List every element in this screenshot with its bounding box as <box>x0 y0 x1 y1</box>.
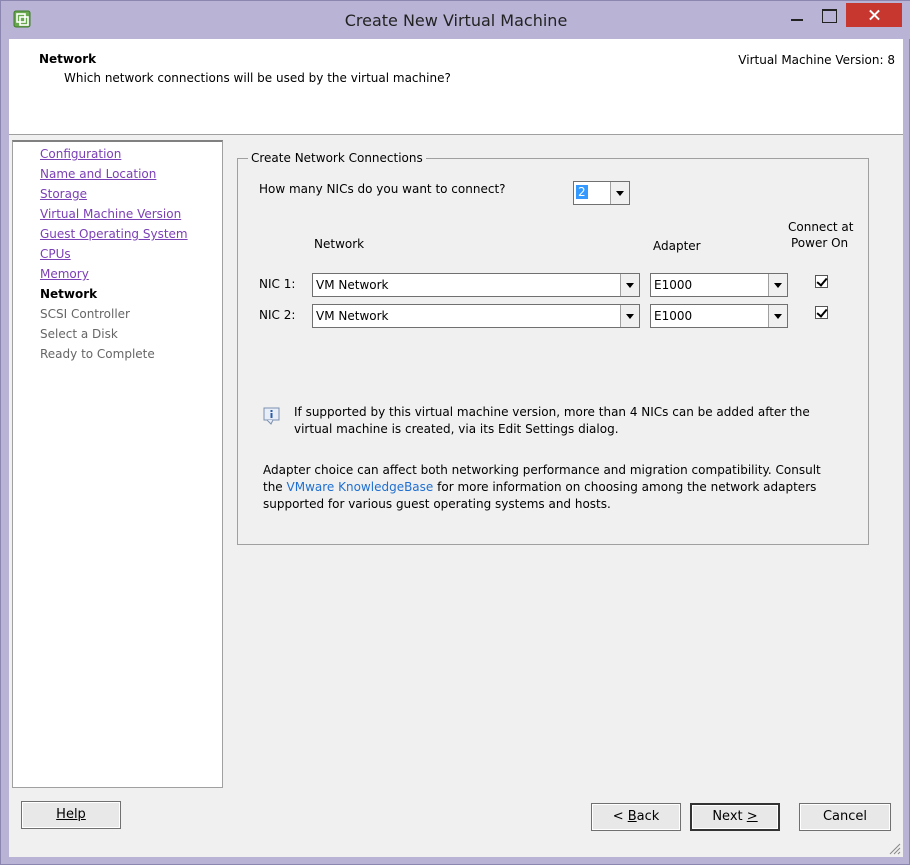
wizard-header: Network Which network connections will b… <box>9 39 903 135</box>
nic2-network-select[interactable]: VM Network <box>312 304 640 328</box>
step-name-and-location[interactable]: Name and Location <box>40 167 156 181</box>
connect-column-header-line1: Connect at <box>788 220 854 234</box>
nics-count-value: 2 <box>576 185 588 199</box>
nics-question-label: How many NICs do you want to connect? <box>259 182 506 196</box>
connect-column-header-line2: Power On <box>791 236 849 250</box>
adapter-note-line1: Adapter choice can affect both networkin… <box>263 463 821 477</box>
info-icon <box>263 407 280 425</box>
title-bar[interactable]: Create New Virtual Machine <box>1 1 910 39</box>
adapter-note-post: for more information on choosing among t… <box>433 480 817 494</box>
next-hotkey: > <box>746 809 758 824</box>
chevron-down-icon[interactable] <box>610 182 629 204</box>
nic1-label: NIC 1: <box>259 277 296 291</box>
nic2-adapter-select[interactable]: E1000 <box>650 304 788 328</box>
wizard-client-area: Network Which network connections will b… <box>9 39 903 857</box>
nic2-connect-checkbox[interactable] <box>815 306 828 319</box>
adapter-note-line3: supported for various guest operating sy… <box>263 497 611 511</box>
minimize-button[interactable] <box>784 3 810 29</box>
adapter-note-line2: the VMware KnowledgeBase for more inform… <box>263 479 816 496</box>
nic1-network-value: VM Network <box>316 278 389 292</box>
chevron-down-icon[interactable] <box>620 305 639 327</box>
maximize-button[interactable] <box>816 3 842 29</box>
help-button-label: Help <box>56 807 86 822</box>
step-configuration[interactable]: Configuration <box>40 147 121 161</box>
nic1-adapter-value: E1000 <box>654 278 693 292</box>
step-select-disk: Select a Disk <box>40 327 118 341</box>
help-button[interactable]: Help <box>21 801 121 829</box>
step-vm-version[interactable]: Virtual Machine Version <box>40 207 181 221</box>
network-connections-group: Create Network Connections How many NICs… <box>237 151 869 545</box>
step-scsi-controller: SCSI Controller <box>40 307 130 321</box>
chevron-down-icon[interactable] <box>768 305 787 327</box>
vmware-knowledgebase-link[interactable]: VMware KnowledgeBase <box>287 480 434 494</box>
window-title: Create New Virtual Machine <box>344 11 568 30</box>
back-prefix: < <box>612 809 628 824</box>
cancel-button[interactable]: Cancel <box>799 803 891 831</box>
nic2-label: NIC 2: <box>259 308 296 322</box>
wizard-steps-sidebar: Configuration Name and Location Storage … <box>12 140 223 788</box>
cancel-button-label: Cancel <box>822 809 868 824</box>
step-cpus[interactable]: CPUs <box>40 247 71 261</box>
nic2-network-value: VM Network <box>316 309 389 323</box>
step-network: Network <box>40 287 98 301</box>
adapter-note-pre: the <box>263 480 287 494</box>
info-note-line1: If supported by this virtual machine ver… <box>294 405 810 419</box>
step-guest-os[interactable]: Guest Operating System <box>40 227 188 241</box>
nic1-connect-checkbox[interactable] <box>815 275 828 288</box>
step-storage[interactable]: Storage <box>40 187 87 201</box>
next-label: Next <box>712 809 747 824</box>
nic2-adapter-value: E1000 <box>654 309 693 323</box>
vm-version-label: Virtual Machine Version: 8 <box>738 53 895 67</box>
info-note-line2: virtual machine is created, via its Edit… <box>294 422 619 436</box>
chevron-down-icon[interactable] <box>620 274 639 296</box>
wizard-window: Create New Virtual Machine Network Which… <box>0 0 910 865</box>
adapter-column-header: Adapter <box>653 239 701 253</box>
nics-count-select[interactable]: 2 <box>573 181 630 205</box>
step-memory[interactable]: Memory <box>40 267 89 281</box>
back-hotkey: B <box>627 809 637 824</box>
close-button[interactable] <box>846 3 902 27</box>
group-title: Create Network Connections <box>248 151 426 165</box>
nic1-adapter-select[interactable]: E1000 <box>650 273 788 297</box>
page-title: Network <box>39 52 97 66</box>
back-button[interactable]: < Back <box>591 803 681 831</box>
step-ready-to-complete: Ready to Complete <box>40 347 155 361</box>
nic1-network-select[interactable]: VM Network <box>312 273 640 297</box>
page-subtitle: Which network connections will be used b… <box>64 71 451 85</box>
back-rest: ack <box>636 809 660 824</box>
next-button[interactable]: Next > <box>690 803 780 831</box>
chevron-down-icon[interactable] <box>768 274 787 296</box>
network-column-header: Network <box>314 237 365 251</box>
resize-grip-icon[interactable] <box>887 841 901 855</box>
